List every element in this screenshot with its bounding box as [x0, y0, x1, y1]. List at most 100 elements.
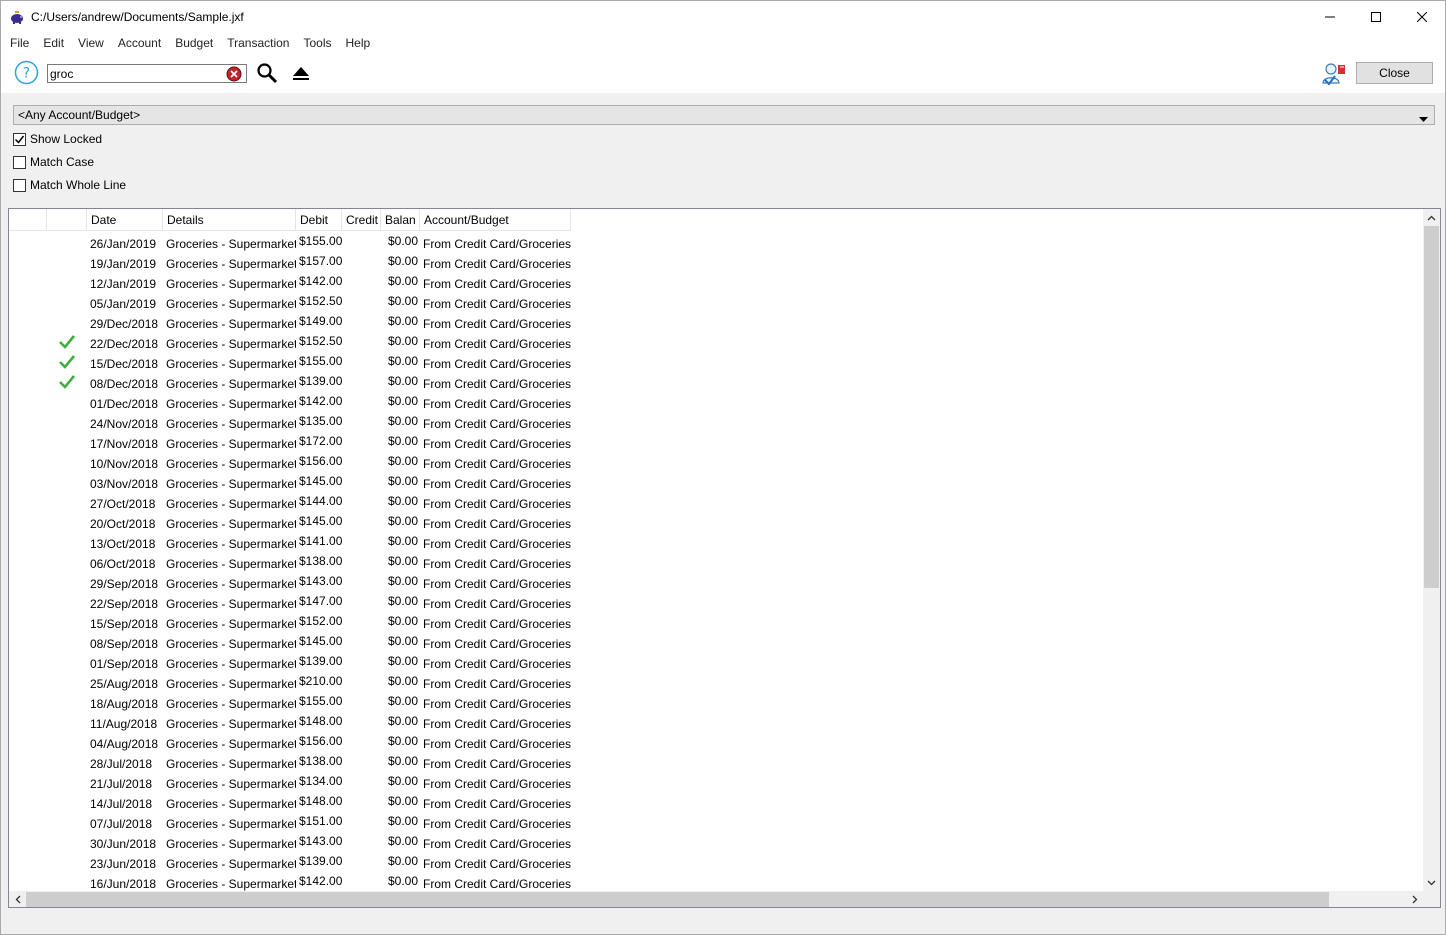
column-header-flag[interactable] — [9, 209, 47, 231]
flag-cell[interactable] — [9, 612, 47, 632]
flag-cell[interactable] — [9, 432, 47, 452]
reconciled-cell[interactable] — [47, 512, 87, 532]
show-locked-option[interactable]: Show Locked — [13, 131, 102, 147]
reconciled-cell[interactable] — [47, 792, 87, 812]
table-row[interactable]: 27/Oct/2018 Groceries - Supermarket $144.0… — [9, 492, 1423, 512]
reconciled-cell[interactable] — [47, 772, 87, 792]
collapse-icon[interactable] — [291, 65, 311, 81]
reconciled-cell[interactable] — [47, 272, 87, 292]
table-row[interactable]: 04/Aug/2018 Groceries - Supermarket $156.0… — [9, 732, 1423, 752]
table-row[interactable]: 29/Dec/2018 Groceries - Supermarket $149.0… — [9, 312, 1423, 332]
flag-cell[interactable] — [9, 352, 47, 372]
table-row[interactable]: 08/Dec/2018 Groceries - Supermarket $139.0… — [9, 372, 1423, 392]
table-row[interactable]: 15/Dec/2018 Groceries - Supermarket $155.0… — [9, 352, 1423, 372]
table-row[interactable]: 01/Sep/2018 Groceries - Supermarket $139.0… — [9, 652, 1423, 672]
table-row[interactable]: 24/Nov/2018 Groceries - Supermarket $135.0… — [9, 412, 1423, 432]
table-row[interactable]: 28/Jul/2018 Groceries - Supermarket $138.0… — [9, 752, 1423, 772]
reconciled-cell[interactable] — [47, 812, 87, 832]
table-row[interactable]: 12/Jan/2019 Groceries - Supermarket $142.0… — [9, 272, 1423, 292]
flag-cell[interactable] — [9, 452, 47, 472]
menu-transaction[interactable]: Transaction — [220, 36, 296, 50]
flag-cell[interactable] — [9, 372, 47, 392]
column-header-reconciled[interactable] — [47, 209, 87, 231]
flag-cell[interactable] — [9, 412, 47, 432]
horizontal-scroll-thumb[interactable] — [26, 892, 1329, 907]
reconciled-cell[interactable] — [47, 612, 87, 632]
column-header-credit[interactable]: Credit — [342, 209, 381, 231]
reconciled-cell[interactable] — [47, 252, 87, 272]
reconciled-cell[interactable] — [47, 372, 87, 392]
flag-cell[interactable] — [9, 852, 47, 872]
match-whole-line-checkbox[interactable] — [13, 178, 26, 192]
reconciled-cell[interactable] — [47, 652, 87, 672]
vertical-scrollbar[interactable] — [1423, 209, 1440, 891]
flag-cell[interactable] — [9, 392, 47, 412]
menu-help[interactable]: Help — [339, 36, 378, 50]
flag-cell[interactable] — [9, 632, 47, 652]
reconciled-cell[interactable] — [47, 872, 87, 892]
reconciled-cell[interactable] — [47, 472, 87, 492]
flag-cell[interactable] — [9, 832, 47, 852]
flag-cell[interactable] — [9, 512, 47, 532]
flag-cell[interactable] — [9, 752, 47, 772]
column-header-details[interactable]: Details — [163, 209, 296, 231]
table-row[interactable]: 18/Aug/2018 Groceries - Supermarket $155.0… — [9, 692, 1423, 712]
menu-view[interactable]: View — [71, 36, 111, 50]
scroll-up-icon[interactable] — [1423, 209, 1440, 226]
scroll-left-icon[interactable] — [9, 891, 26, 907]
column-header-debit[interactable]: Debit — [296, 209, 342, 231]
reconciled-cell[interactable] — [47, 432, 87, 452]
reconciled-cell[interactable] — [47, 412, 87, 432]
table-row[interactable]: 03/Nov/2018 Groceries - Supermarket $145.0… — [9, 472, 1423, 492]
flag-cell[interactable] — [9, 312, 47, 332]
flag-cell[interactable] — [9, 672, 47, 692]
menu-tools[interactable]: Tools — [296, 36, 338, 50]
user-settings-icon[interactable] — [1320, 61, 1348, 87]
flag-cell[interactable] — [9, 532, 47, 552]
menu-account[interactable]: Account — [111, 36, 168, 50]
table-row[interactable]: 26/Jan/2019 Groceries - Supermarket $155.0… — [9, 232, 1423, 252]
flag-cell[interactable] — [9, 332, 47, 352]
vertical-scroll-thumb[interactable] — [1424, 226, 1439, 588]
scroll-right-icon[interactable] — [1406, 891, 1423, 907]
flag-cell[interactable] — [9, 872, 47, 892]
reconciled-cell[interactable] — [47, 852, 87, 872]
account-budget-select[interactable]: <Any Account/Budget> — [13, 105, 1435, 125]
flag-cell[interactable] — [9, 232, 47, 252]
column-header-balance[interactable]: Balan — [381, 209, 420, 231]
search-icon[interactable] — [255, 61, 279, 85]
table-row[interactable]: 06/Oct/2018 Groceries - Supermarket $138.0… — [9, 552, 1423, 572]
table-row[interactable]: 17/Nov/2018 Groceries - Supermarket $172.0… — [9, 432, 1423, 452]
flag-cell[interactable] — [9, 272, 47, 292]
table-row[interactable]: 29/Sep/2018 Groceries - Supermarket $143.0… — [9, 572, 1423, 592]
flag-cell[interactable] — [9, 492, 47, 512]
table-row[interactable]: 21/Jul/2018 Groceries - Supermarket $134.0… — [9, 772, 1423, 792]
flag-cell[interactable] — [9, 792, 47, 812]
clear-search-icon[interactable] — [226, 66, 242, 82]
flag-cell[interactable] — [9, 292, 47, 312]
match-case-option[interactable]: Match Case — [13, 154, 94, 170]
flag-cell[interactable] — [9, 812, 47, 832]
close-button[interactable]: Close — [1356, 62, 1433, 84]
reconciled-cell[interactable] — [47, 352, 87, 372]
reconciled-cell[interactable] — [47, 672, 87, 692]
flag-cell[interactable] — [9, 552, 47, 572]
table-row[interactable]: 08/Sep/2018 Groceries - Supermarket $145.0… — [9, 632, 1423, 652]
table-row[interactable]: 13/Oct/2018 Groceries - Supermarket $141.0… — [9, 532, 1423, 552]
reconciled-cell[interactable] — [47, 552, 87, 572]
reconciled-cell[interactable] — [47, 832, 87, 852]
menu-edit[interactable]: Edit — [36, 36, 71, 50]
reconciled-cell[interactable] — [47, 312, 87, 332]
table-row[interactable]: 10/Nov/2018 Groceries - Supermarket $156.0… — [9, 452, 1423, 472]
reconciled-cell[interactable] — [47, 292, 87, 312]
reconciled-cell[interactable] — [47, 692, 87, 712]
maximize-button[interactable] — [1353, 1, 1399, 32]
table-row[interactable]: 01/Dec/2018 Groceries - Supermarket $142.0… — [9, 392, 1423, 412]
close-window-button[interactable] — [1399, 1, 1445, 32]
table-row[interactable]: 25/Aug/2018 Groceries - Supermarket $210.0… — [9, 672, 1423, 692]
column-header-date[interactable]: Date — [87, 209, 163, 231]
reconciled-cell[interactable] — [47, 712, 87, 732]
flag-cell[interactable] — [9, 772, 47, 792]
table-row[interactable]: 30/Jun/2018 Groceries - Supermarket $143.0… — [9, 832, 1423, 852]
match-case-checkbox[interactable] — [13, 155, 26, 169]
